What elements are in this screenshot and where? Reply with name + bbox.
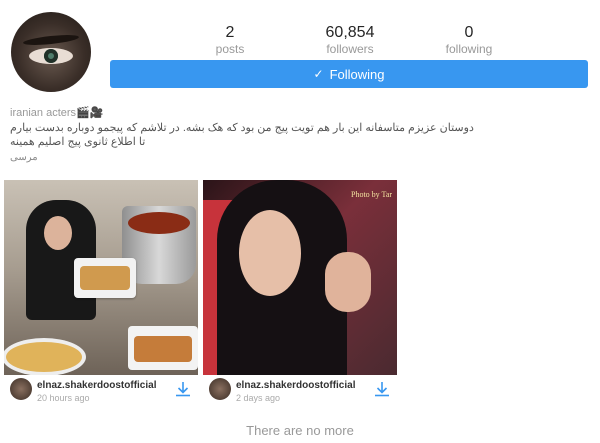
download-icon[interactable] bbox=[373, 380, 391, 398]
stat-followers-value: 60,854 bbox=[325, 24, 375, 41]
profile-stats: 2 posts 60,854 followers 0 following bbox=[110, 24, 590, 58]
following-button[interactable]: ✓ Following bbox=[110, 60, 588, 88]
post-card[interactable]: elnaz.shakerdoostofficial 20 hours ago bbox=[4, 180, 198, 407]
photo-watermark: Photo by Tar bbox=[351, 190, 393, 199]
post-author-avatar[interactable] bbox=[10, 378, 32, 400]
download-icon[interactable] bbox=[174, 380, 192, 398]
stat-posts[interactable]: 2 posts bbox=[170, 24, 290, 56]
stat-following[interactable]: 0 following bbox=[409, 24, 529, 56]
profile-bio: iranian acters🎬🎥 دوستان عزیزم متاسفانه ا… bbox=[10, 106, 590, 165]
bio-line-3: مرسی bbox=[10, 152, 38, 163]
check-icon: ✓ bbox=[313, 67, 324, 81]
end-of-feed-text: There are no more bbox=[246, 423, 354, 438]
stat-followers[interactable]: 60,854 followers bbox=[290, 24, 410, 56]
following-button-label: Following bbox=[329, 66, 385, 82]
post-username[interactable]: elnaz.shakerdoostofficial bbox=[37, 380, 156, 391]
bio-line-1: دوستان عزیزم متاسفانه این بار هم تویت پی… bbox=[10, 122, 474, 134]
post-card[interactable]: Photo by Tar elnaz.shakerdoostofficial 2… bbox=[203, 180, 397, 407]
post-time: 20 hours ago bbox=[37, 393, 90, 403]
post-photo[interactable]: Photo by Tar bbox=[203, 180, 397, 375]
post-meta: elnaz.shakerdoostofficial 2 days ago bbox=[203, 375, 397, 407]
post-username[interactable]: elnaz.shakerdoostofficial bbox=[236, 380, 355, 391]
profile-avatar[interactable] bbox=[11, 12, 91, 92]
bio-line-2: تا اطلاع ثانوی پیج اصلیم همینه bbox=[10, 136, 146, 148]
stat-posts-label: posts bbox=[215, 42, 245, 56]
stat-posts-value: 2 bbox=[225, 24, 235, 41]
profile-name: iranian acters🎬🎥 bbox=[10, 107, 104, 119]
post-meta: elnaz.shakerdoostofficial 20 hours ago bbox=[4, 375, 198, 407]
post-photo[interactable] bbox=[4, 180, 198, 375]
avatar-eyebrow bbox=[22, 33, 80, 47]
stat-followers-label: followers bbox=[326, 42, 374, 56]
stat-following-value: 0 bbox=[464, 24, 474, 41]
avatar-eye bbox=[29, 48, 73, 64]
post-author-avatar[interactable] bbox=[209, 378, 231, 400]
post-time: 2 days ago bbox=[236, 393, 281, 403]
stat-following-label: following bbox=[445, 42, 493, 56]
